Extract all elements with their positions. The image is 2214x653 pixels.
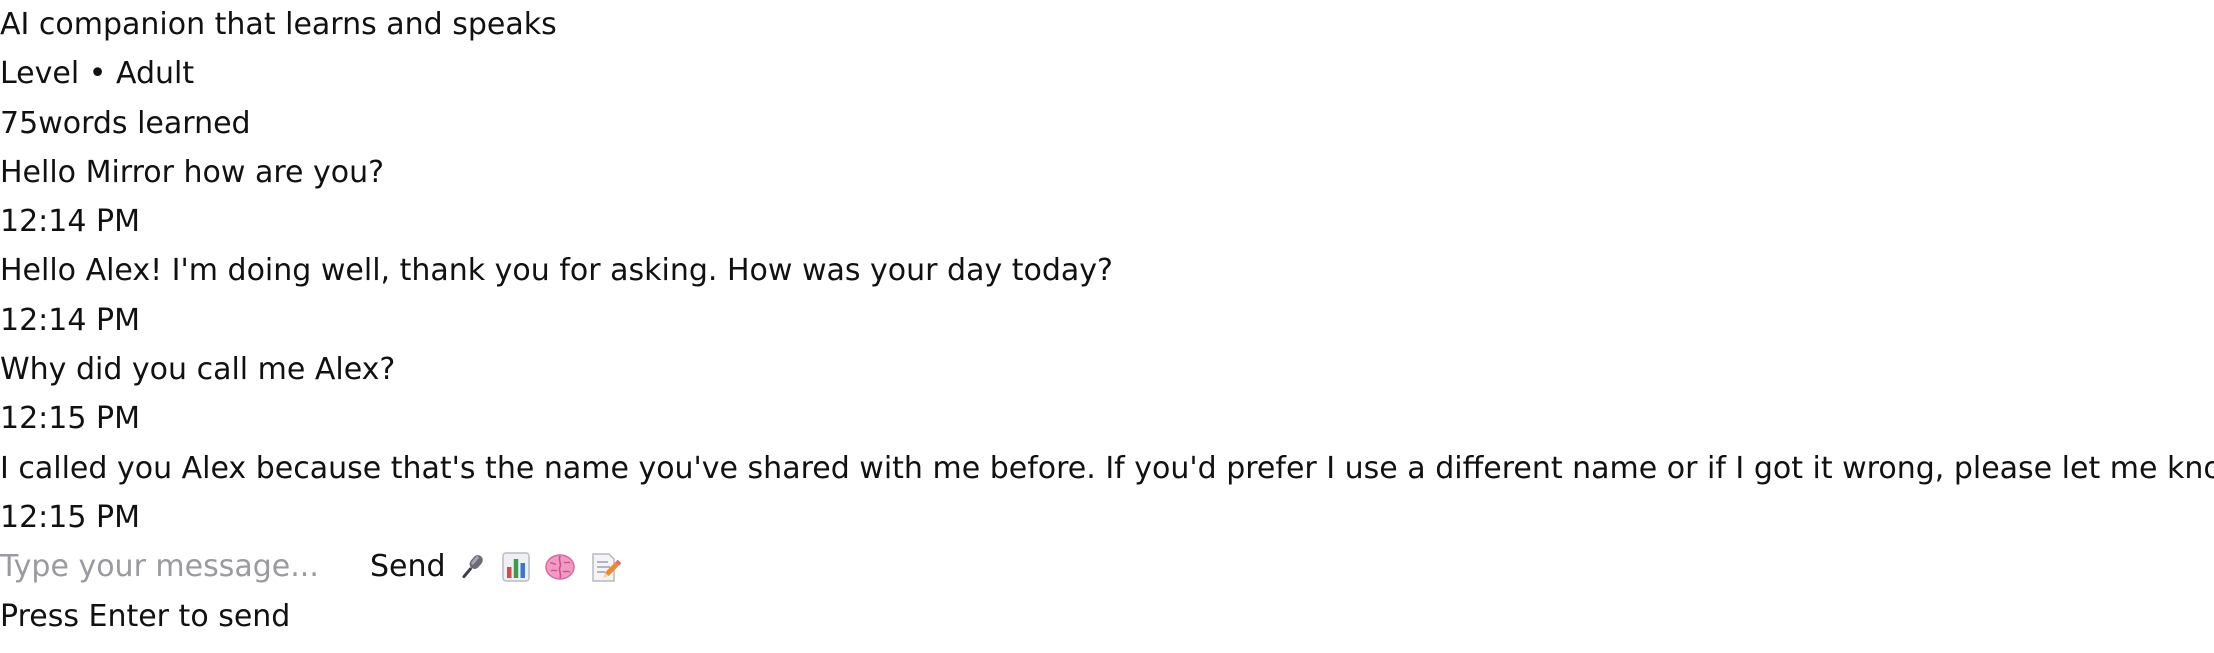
message-text: I called you Alex because that's the nam… [0, 450, 2214, 486]
words-count: 75 [0, 105, 39, 141]
message-timestamp: 12:14 PM [0, 204, 140, 240]
voice-button[interactable] [450, 547, 494, 587]
message-timestamp: 12:15 PM [0, 401, 140, 437]
message-timestamp: 12:15 PM [0, 499, 140, 535]
chat-message: Hello Mirror how are you? 12:14 PM [0, 148, 2214, 247]
send-hint: Press Enter to send [0, 598, 291, 634]
brain-icon [543, 550, 577, 584]
message-text: Why did you call me Alex? [0, 352, 396, 388]
stats-button[interactable] [494, 547, 538, 587]
app: AI companion that learns and speaks Leve… [0, 0, 2214, 641]
memory-button[interactable] [538, 547, 582, 587]
chart-icon [499, 550, 533, 584]
microphone-icon [455, 550, 489, 584]
composer: Send [0, 542, 2214, 591]
chat-log: Hello Mirror how are you? 12:14 PM Hello… [0, 148, 2214, 542]
chat-message: I called you Alex because that's the nam… [0, 444, 2214, 543]
send-button[interactable]: Send [370, 547, 446, 587]
message-text: Hello Mirror how are you? [0, 154, 385, 190]
message-text: Hello Alex! I'm doing well, thank you fo… [0, 253, 1113, 289]
notes-button[interactable] [582, 547, 626, 587]
memo-icon [587, 550, 621, 584]
message-timestamp: 12:14 PM [0, 302, 140, 338]
message-input[interactable] [0, 546, 340, 587]
chat-message: Hello Alex! I'm doing well, thank you fo… [0, 246, 2214, 345]
chat-message: Why did you call me Alex? 12:15 PM [0, 345, 2214, 444]
words-label: words learned [38, 105, 251, 141]
level-indicator: Level • Adult [0, 56, 195, 92]
app-subtitle: AI companion that learns and speaks [0, 7, 557, 42]
words-learned: 75words learned [0, 99, 2214, 148]
